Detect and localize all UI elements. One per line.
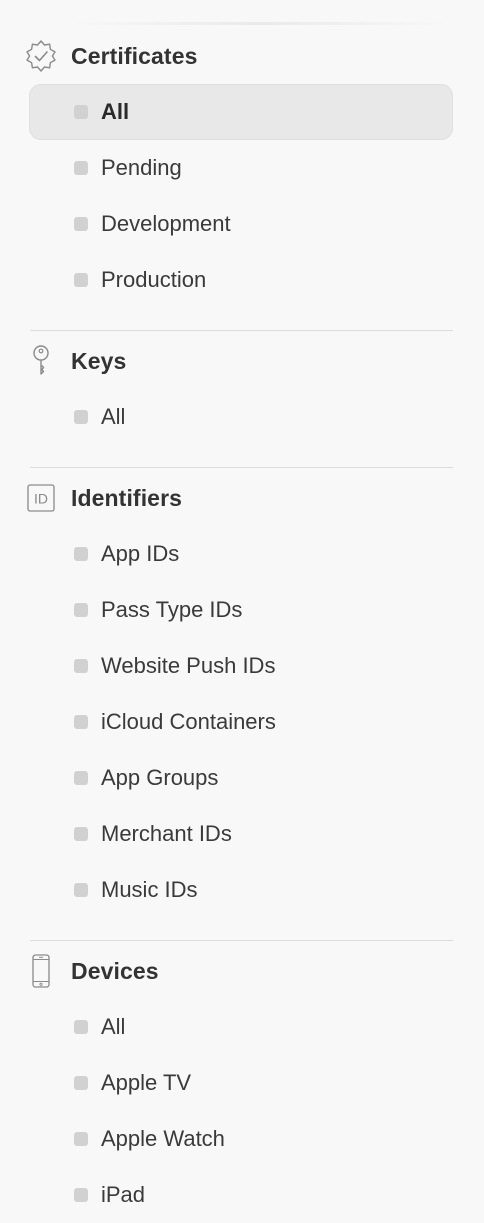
sidebar-item-keys-all[interactable]: All — [29, 389, 453, 445]
sidebar-item-label: All — [101, 404, 126, 429]
sidebar-item-label: Apple TV — [101, 1070, 192, 1095]
sidebar-item-label: Music IDs — [101, 877, 198, 902]
bullet-icon — [74, 217, 88, 231]
sidebar-item-certificates-pending[interactable]: Pending — [29, 140, 453, 196]
bullet-icon — [74, 827, 88, 841]
section-header-identifiers: ID Identifiers — [0, 470, 484, 526]
sidebar-item-label: Pass Type IDs — [101, 597, 243, 622]
section-header-devices: Devices — [0, 943, 484, 999]
sidebar-item-pass-type-ids[interactable]: Pass Type IDs — [29, 582, 453, 638]
sidebar-nav: Certificates All Pending Development Pro… — [0, 28, 484, 1223]
sidebar-item-label: iCloud Containers — [101, 709, 276, 734]
bullet-icon — [74, 547, 88, 561]
section-identifiers: ID Identifiers App IDs Pass Type IDs Web… — [0, 470, 484, 918]
section-title-identifiers: Identifiers — [71, 484, 183, 511]
sidebar-item-label: iPad — [101, 1182, 146, 1207]
sidebar-item-label: All — [101, 1014, 126, 1039]
phone-icon — [24, 954, 58, 988]
sidebar-item-devices-all[interactable]: All — [29, 999, 453, 1055]
section-certificates: Certificates All Pending Development Pro… — [0, 28, 484, 308]
sidebar-item-icloud-containers[interactable]: iCloud Containers — [29, 694, 453, 750]
bullet-icon — [74, 161, 88, 175]
bullet-icon — [74, 603, 88, 617]
bullet-icon — [74, 1188, 88, 1202]
bullet-icon — [74, 1132, 88, 1146]
id-badge-text: ID — [34, 491, 48, 507]
bullet-icon — [74, 273, 88, 287]
sidebar-item-music-ids[interactable]: Music IDs — [29, 862, 453, 918]
section-title-devices: Devices — [71, 957, 159, 984]
section-divider — [30, 467, 453, 468]
sidebar-item-certificates-all[interactable]: All — [29, 84, 453, 140]
sidebar-item-label: Pending — [101, 155, 182, 180]
bullet-icon — [74, 715, 88, 729]
sidebar-item-certificates-production[interactable]: Production — [29, 252, 453, 308]
section-devices: Devices All Apple TV Apple Watch iPad — [0, 943, 484, 1223]
sidebar-item-label: Production — [101, 267, 207, 292]
sidebar-item-apple-tv[interactable]: Apple TV — [29, 1055, 453, 1111]
sidebar-item-label: Merchant IDs — [101, 821, 232, 846]
top-shadow — [70, 22, 450, 25]
sidebar-item-app-ids[interactable]: App IDs — [29, 526, 453, 582]
bullet-icon — [74, 1020, 88, 1034]
section-title-keys: Keys — [71, 347, 127, 374]
sidebar-item-certificates-development[interactable]: Development — [29, 196, 453, 252]
sidebar-item-merchant-ids[interactable]: Merchant IDs — [29, 806, 453, 862]
bullet-icon — [74, 1076, 88, 1090]
bullet-icon — [74, 771, 88, 785]
sidebar-item-label: Development — [101, 211, 231, 236]
section-keys: Keys All — [0, 333, 484, 445]
sidebar-item-label: Apple Watch — [101, 1126, 225, 1151]
bullet-icon — [74, 883, 88, 897]
section-header-certificates: Certificates — [0, 28, 484, 84]
bullet-icon — [74, 659, 88, 673]
section-divider — [30, 940, 453, 941]
sidebar-item-ipad[interactable]: iPad — [29, 1167, 453, 1223]
sidebar-item-label: All — [101, 99, 130, 124]
section-header-keys: Keys — [0, 333, 484, 389]
sidebar-item-label: Website Push IDs — [101, 653, 276, 678]
sidebar-item-label: App Groups — [101, 765, 219, 790]
sidebar-item-website-push-ids[interactable]: Website Push IDs — [29, 638, 453, 694]
sidebar-item-app-groups[interactable]: App Groups — [29, 750, 453, 806]
certificate-seal-icon — [24, 39, 58, 73]
sidebar-item-apple-watch[interactable]: Apple Watch — [29, 1111, 453, 1167]
id-badge-icon: ID — [24, 481, 58, 515]
sidebar-item-label: App IDs — [101, 541, 180, 566]
key-icon — [24, 344, 58, 378]
section-title-certificates: Certificates — [71, 42, 198, 69]
bullet-icon — [74, 410, 88, 424]
section-divider — [30, 330, 453, 331]
bullet-icon — [74, 105, 88, 119]
